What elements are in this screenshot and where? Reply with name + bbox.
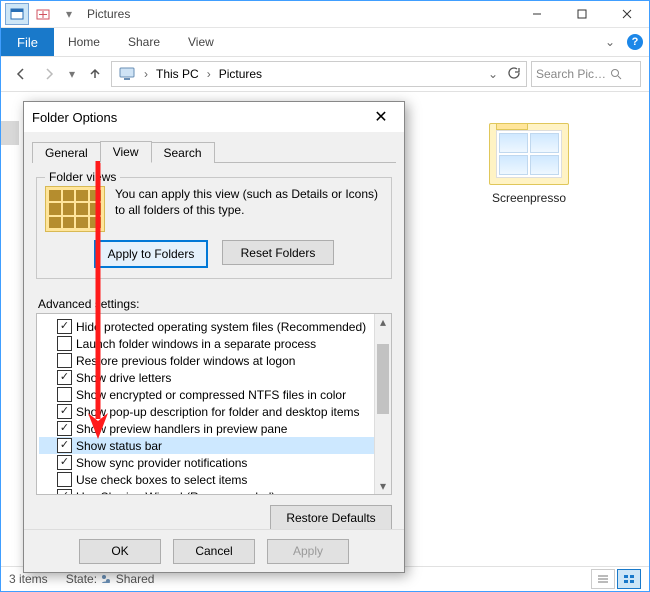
nav-back-button[interactable] bbox=[9, 62, 33, 86]
advanced-item[interactable]: Show drive letters bbox=[39, 369, 389, 386]
folder-label: Screenpresso bbox=[479, 191, 579, 205]
apply-to-folders-button[interactable]: Apply to Folders bbox=[94, 240, 208, 268]
status-state: State: Shared bbox=[66, 572, 155, 586]
advanced-item-label: Show encrypted or compressed NTFS files … bbox=[76, 388, 346, 402]
advanced-item-label: Use Sharing Wizard (Recommended) bbox=[76, 490, 275, 496]
advanced-item[interactable]: Use Sharing Wizard (Recommended) bbox=[39, 488, 389, 495]
titlebar: ▾ Pictures bbox=[1, 1, 649, 28]
advanced-item[interactable]: Show encrypted or compressed NTFS files … bbox=[39, 386, 389, 403]
checkbox[interactable] bbox=[57, 438, 72, 453]
advanced-item[interactable]: Hide protected operating system files (R… bbox=[39, 318, 389, 335]
help-button[interactable]: ? bbox=[621, 28, 649, 56]
advanced-item-label: Launch folder windows in a separate proc… bbox=[76, 337, 316, 351]
scrollbar[interactable]: ▴ ▾ bbox=[374, 314, 391, 494]
folder-views-group: Folder views You can apply this view (su… bbox=[36, 177, 392, 279]
scroll-down-icon[interactable]: ▾ bbox=[375, 478, 391, 494]
dialog-tabs: General View Search bbox=[32, 138, 396, 163]
breadcrumb-pictures[interactable]: Pictures bbox=[215, 63, 266, 85]
folder-views-text: You can apply this view (such as Details… bbox=[115, 186, 383, 232]
advanced-settings-list[interactable]: Hide protected operating system files (R… bbox=[36, 313, 392, 495]
advanced-item[interactable]: Launch folder windows in a separate proc… bbox=[39, 335, 389, 352]
advanced-item[interactable]: Show preview handlers in preview pane bbox=[39, 420, 389, 437]
window-title: Pictures bbox=[81, 7, 514, 21]
search-input[interactable]: Search Pic… bbox=[531, 61, 641, 87]
address-bar[interactable]: › This PC › Pictures ⌄ bbox=[111, 61, 527, 87]
status-item-count: 3 items bbox=[9, 572, 48, 586]
ok-button[interactable]: OK bbox=[79, 539, 161, 564]
search-placeholder: Search Pic… bbox=[536, 67, 606, 81]
tab-search[interactable]: Search bbox=[151, 142, 215, 163]
checkbox[interactable] bbox=[57, 370, 72, 385]
help-icon: ? bbox=[627, 34, 643, 50]
dialog-title: Folder Options bbox=[32, 110, 366, 125]
advanced-item-label: Show status bar bbox=[76, 439, 162, 453]
advanced-item-label: Hide protected operating system files (R… bbox=[76, 320, 366, 334]
advanced-item[interactable]: Show status bar bbox=[39, 437, 389, 454]
qat-dropdown-icon[interactable]: ▾ bbox=[57, 3, 81, 25]
shared-icon bbox=[100, 573, 112, 585]
cancel-button[interactable]: Cancel bbox=[173, 539, 255, 564]
maximize-button[interactable] bbox=[559, 1, 604, 27]
checkbox[interactable] bbox=[57, 489, 72, 495]
advanced-item[interactable]: Use check boxes to select items bbox=[39, 471, 389, 488]
scroll-up-icon[interactable]: ▴ bbox=[375, 314, 391, 330]
close-button[interactable] bbox=[604, 1, 649, 27]
view-details-button[interactable] bbox=[591, 569, 615, 589]
advanced-item-label: Restore previous folder windows at logon bbox=[76, 354, 295, 368]
refresh-button[interactable] bbox=[502, 66, 524, 83]
explorer-window: ▾ Pictures File Home Share View ⌄ ? bbox=[0, 0, 650, 592]
checkbox[interactable] bbox=[57, 455, 72, 470]
apply-button[interactable]: Apply bbox=[267, 539, 349, 564]
advanced-settings-label: Advanced settings: bbox=[38, 297, 392, 311]
dialog-close-button[interactable]: ✕ bbox=[366, 107, 396, 127]
nav-up-button[interactable] bbox=[83, 62, 107, 86]
advanced-item[interactable]: Show pop-up description for folder and d… bbox=[39, 403, 389, 420]
address-dropdown-icon[interactable]: ⌄ bbox=[486, 67, 500, 81]
chevron-right-icon[interactable]: › bbox=[205, 67, 213, 81]
pc-icon bbox=[114, 63, 140, 85]
checkbox[interactable] bbox=[57, 319, 72, 334]
scroll-thumb[interactable] bbox=[377, 344, 389, 414]
ribbon-tab-home[interactable]: Home bbox=[54, 28, 114, 56]
dialog-titlebar[interactable]: Folder Options ✕ bbox=[24, 102, 404, 132]
checkbox[interactable] bbox=[57, 336, 72, 351]
reset-folders-button[interactable]: Reset Folders bbox=[222, 240, 334, 265]
folder-options-dialog: Folder Options ✕ General View Search Fol… bbox=[23, 101, 405, 573]
view-icons-button[interactable] bbox=[617, 569, 641, 589]
checkbox[interactable] bbox=[57, 472, 72, 487]
advanced-item-label: Show pop-up description for folder and d… bbox=[76, 405, 360, 419]
checkbox[interactable] bbox=[57, 353, 72, 368]
ribbon: File Home Share View ⌄ ? bbox=[1, 28, 649, 57]
checkbox[interactable] bbox=[57, 421, 72, 436]
ribbon-expand-icon[interactable]: ⌄ bbox=[599, 28, 621, 56]
advanced-item[interactable]: Show sync provider notifications bbox=[39, 454, 389, 471]
folder-icon bbox=[489, 123, 569, 185]
advanced-item-label: Show sync provider notifications bbox=[76, 456, 247, 470]
ribbon-tab-file[interactable]: File bbox=[1, 28, 54, 56]
qat-properties-icon[interactable] bbox=[5, 3, 29, 25]
tab-view[interactable]: View bbox=[100, 141, 152, 163]
folder-views-legend: Folder views bbox=[45, 170, 120, 184]
advanced-item-label: Show drive letters bbox=[76, 371, 171, 385]
ribbon-tab-share[interactable]: Share bbox=[114, 28, 174, 56]
advanced-item[interactable]: Restore previous folder windows at logon bbox=[39, 352, 389, 369]
nav-recent-dropdown[interactable]: ▾ bbox=[65, 62, 79, 86]
minimize-button[interactable] bbox=[514, 1, 559, 27]
folder-item-screenpresso[interactable]: Screenpresso bbox=[479, 123, 579, 205]
ribbon-tab-view[interactable]: View bbox=[174, 28, 228, 56]
checkbox[interactable] bbox=[57, 387, 72, 402]
tab-general[interactable]: General bbox=[32, 142, 101, 163]
advanced-item-label: Show preview handlers in preview pane bbox=[76, 422, 287, 436]
breadcrumb-thispc[interactable]: This PC bbox=[152, 63, 203, 85]
chevron-right-icon[interactable]: › bbox=[142, 67, 150, 81]
nav-forward-button[interactable] bbox=[37, 62, 61, 86]
qat-newfolder-icon[interactable] bbox=[31, 3, 55, 25]
advanced-item-label: Use check boxes to select items bbox=[76, 473, 247, 487]
dialog-footer: OK Cancel Apply bbox=[24, 529, 404, 572]
checkbox[interactable] bbox=[57, 404, 72, 419]
folder-views-icon bbox=[45, 186, 105, 232]
search-icon bbox=[610, 68, 622, 80]
navbar: ▾ › This PC › Pictures ⌄ Search Pic… bbox=[1, 57, 649, 92]
restore-defaults-button[interactable]: Restore Defaults bbox=[270, 505, 392, 530]
